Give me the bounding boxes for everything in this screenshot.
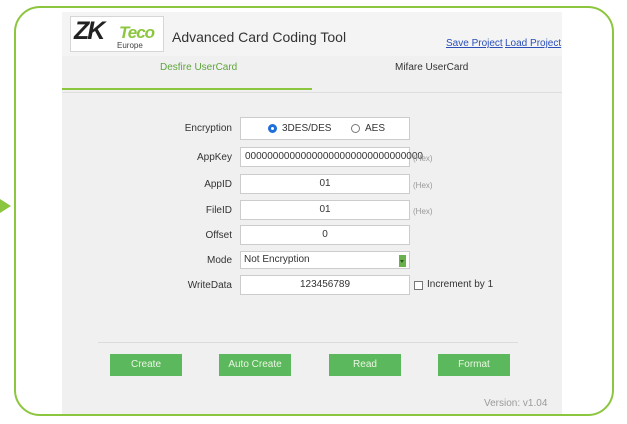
offset-label: Offset: [205, 230, 233, 241]
appkey-input[interactable]: 00000000000000000000000000000000: [240, 147, 423, 167]
writedata-label: WriteData: [187, 280, 232, 291]
radio-aes-label[interactable]: AES: [365, 118, 385, 139]
logo-region-text: Europe: [117, 41, 143, 50]
dropdown-arrow-icon[interactable]: [399, 255, 406, 267]
logo-zk-text: ZK: [74, 17, 105, 45]
active-tab-indicator: [62, 88, 312, 90]
increment-checkbox[interactable]: [414, 281, 423, 290]
writedata-input[interactable]: 123456789: [240, 275, 410, 295]
divider: [98, 342, 518, 343]
zkteco-logo: ZK Teco Europe: [70, 16, 164, 52]
appid-hex-hint: (Hex): [413, 181, 433, 190]
pointer-arrow-icon: [0, 199, 11, 213]
logo-teco-text: Teco: [119, 23, 155, 42]
radio-aes[interactable]: [351, 124, 360, 133]
offset-input[interactable]: 0: [240, 225, 410, 245]
mode-selected-value: Not Encryption: [244, 254, 310, 265]
save-project-link[interactable]: Save Project: [446, 38, 503, 49]
radio-3des[interactable]: [268, 124, 277, 133]
appkey-label: AppKey: [196, 152, 232, 163]
appid-input[interactable]: 01: [240, 174, 410, 194]
app-title: Advanced Card Coding Tool: [172, 29, 347, 45]
appkey-hex-hint: (Hex): [413, 154, 433, 163]
auto-create-button[interactable]: Auto Create: [219, 354, 291, 376]
mode-label: Mode: [206, 255, 232, 266]
radio-3des-label[interactable]: 3DES/DES: [282, 118, 331, 139]
fileid-input[interactable]: 01: [240, 200, 410, 220]
appid-label: AppID: [204, 179, 232, 190]
encryption-label: Encryption: [184, 123, 232, 134]
read-button[interactable]: Read: [329, 354, 401, 376]
app-window: ZK Teco Europe Advanced Card Coding Tool…: [62, 12, 562, 414]
format-button[interactable]: Format: [438, 354, 510, 376]
version-label: Version: v1.04: [484, 398, 548, 409]
increment-label[interactable]: Increment by 1: [427, 279, 493, 290]
create-button[interactable]: Create: [110, 354, 182, 376]
fileid-hex-hint: (Hex): [413, 207, 433, 216]
tab-mifare-usercard[interactable]: Mifare UserCard: [395, 62, 468, 73]
tab-bar: Desfire UserCard Mifare UserCard: [62, 58, 562, 93]
load-project-link[interactable]: Load Project: [505, 38, 561, 49]
header: ZK Teco Europe Advanced Card Coding Tool…: [62, 12, 562, 56]
mode-dropdown[interactable]: Not Encryption: [240, 251, 410, 269]
encryption-radio-group: 3DES/DES AES: [240, 117, 410, 140]
fileid-label: FileID: [205, 205, 232, 216]
tab-desfire-usercard[interactable]: Desfire UserCard: [160, 62, 237, 73]
